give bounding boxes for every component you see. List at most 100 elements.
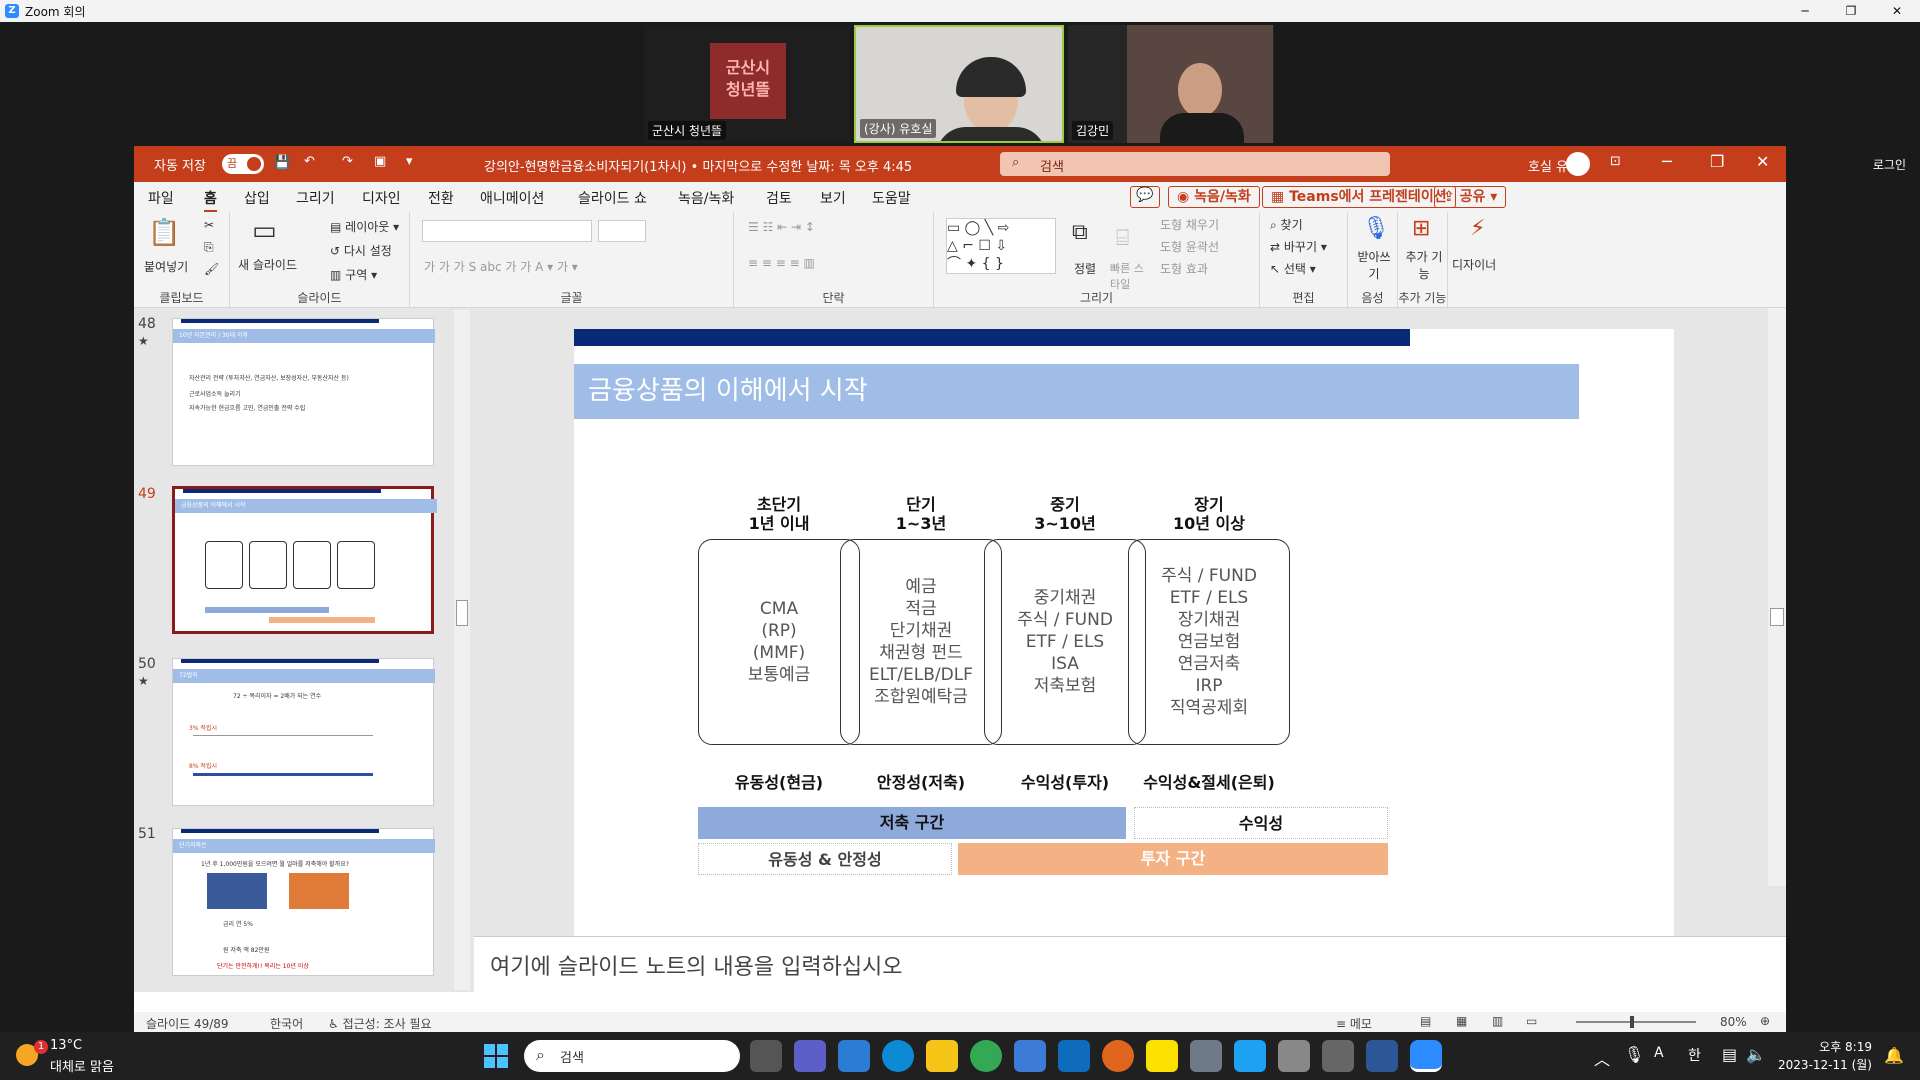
file-explorer-icon[interactable]	[926, 1040, 958, 1072]
quick-styles-icon[interactable]: ⌸	[1116, 226, 1129, 251]
doc-title[interactable]: 강의안-현명한금융소비자되기(1차시) • 마지막으로 수정한 날짜: 목 오후…	[484, 156, 912, 175]
printer-icon[interactable]	[1278, 1040, 1310, 1072]
shape-fill-button[interactable]: 도형 채우기	[1160, 216, 1219, 233]
redo-icon[interactable]: ↷	[342, 154, 353, 169]
cut-icon[interactable]: ✂	[204, 218, 214, 232]
tab-file[interactable]: 파일	[148, 188, 174, 208]
start-icon[interactable]	[484, 1044, 508, 1068]
notepad-icon[interactable]	[838, 1040, 870, 1072]
clock-time[interactable]: 오후 8:19	[1792, 1038, 1872, 1055]
tab-design[interactable]: 디자인	[362, 188, 401, 208]
restore-icon[interactable]: ❐	[1828, 0, 1874, 22]
zoom-slider[interactable]	[1576, 1016, 1696, 1028]
ime-indicator[interactable]: 한	[1688, 1045, 1701, 1065]
new-slide-icon[interactable]: ▭	[252, 216, 277, 246]
tab-view[interactable]: 보기	[820, 188, 846, 208]
undo-icon[interactable]: ↶	[304, 154, 315, 169]
qat-more-icon[interactable]: ▾	[406, 154, 413, 169]
close-icon[interactable]: ✕	[1874, 0, 1920, 22]
notification-icon[interactable]: 🔔	[1884, 1046, 1904, 1065]
select-button[interactable]: ↖ 선택 ▾	[1270, 260, 1316, 277]
fit-slide-icon[interactable]: ⊕	[1760, 1014, 1770, 1028]
font-family-select[interactable]	[422, 220, 592, 242]
font-style-buttons[interactable]: 가 가 가 S abc 가 가 A ▾ 가 ▾	[424, 258, 578, 275]
participant-video-3[interactable]: 김강민	[1068, 25, 1274, 143]
ribbon-display-icon[interactable]: ⊡	[1610, 154, 1621, 169]
network-icon[interactable]: ▤	[1722, 1045, 1737, 1064]
ime-a[interactable]: A	[1654, 1045, 1664, 1061]
minimize-icon[interactable]: ─	[1662, 152, 1672, 171]
calculator-icon[interactable]	[1190, 1040, 1222, 1072]
avatar[interactable]	[1566, 152, 1590, 176]
thumbnail-scrollbar[interactable]	[454, 310, 470, 990]
slide-thumbnail-49[interactable]: 금융상품의 이해에서 시작	[172, 486, 437, 634]
tab-transitions[interactable]: 전환	[428, 188, 454, 208]
record-button[interactable]: ◉ 녹음/녹화	[1168, 186, 1260, 208]
find-button[interactable]: ⌕ 찾기	[1270, 216, 1303, 233]
tab-record[interactable]: 녹음/녹화	[678, 188, 734, 208]
sorter-view-icon[interactable]: ▦	[1456, 1014, 1467, 1028]
edge-icon[interactable]	[882, 1040, 914, 1072]
taskbar-search[interactable]: ⌕ 검색	[524, 1040, 740, 1072]
addins-icon[interactable]: ⊞	[1412, 216, 1430, 241]
restore-icon[interactable]: ❐	[1710, 152, 1724, 171]
tab-insert[interactable]: 삽입	[244, 188, 270, 208]
clock-date[interactable]: 2023-12-11 (월)	[1760, 1056, 1872, 1073]
language-indicator[interactable]: 한국어	[270, 1015, 303, 1032]
shape-outline-button[interactable]: 도형 윤곽선	[1160, 238, 1219, 255]
save-icon[interactable]: 💾	[274, 155, 290, 170]
participant-video-1[interactable]: 군산시 청년뜰 군산시 청년뜰	[644, 25, 850, 143]
notes-pane[interactable]: 여기에 슬라이드 노트의 내용을 입력하십시오	[474, 936, 1786, 992]
zoom-app-icon[interactable]	[1410, 1040, 1442, 1072]
user-name[interactable]: 호실 유	[1528, 156, 1568, 175]
mail-icon[interactable]	[1058, 1040, 1090, 1072]
store-icon[interactable]	[1014, 1040, 1046, 1072]
search-box[interactable]: ⌕ 검색	[1000, 152, 1390, 176]
slide-thumbnail-50[interactable]: 72법칙 72 ÷ 복리이자 = 2배가 되는 연수 3% 적립시 8% 적립시	[172, 658, 435, 806]
quick-styles-button[interactable]: 빠른 스타일	[1110, 260, 1150, 292]
normal-view-icon[interactable]: ▤	[1420, 1014, 1431, 1028]
replace-button[interactable]: ⇄ 바꾸기 ▾	[1270, 238, 1327, 255]
reset-button[interactable]: ↺ 다시 설정	[330, 242, 392, 259]
shapes-gallery[interactable]: ▭ ◯ ╲ ⇨ △ ⌐ ☐ ⇩ ⌒ ✦ { }	[946, 218, 1056, 274]
tray-chevron-icon[interactable]: ︿	[1594, 1046, 1610, 1070]
align-buttons[interactable]: ≡ ≡ ≡ ≡ ▥	[748, 256, 815, 270]
teams-present-button[interactable]: ▦ Teams에서 프레젠테이션	[1262, 186, 1456, 208]
dictate-button[interactable]: 받아쓰기	[1352, 248, 1396, 282]
mic-tray-icon[interactable]: 🎙	[1624, 1045, 1644, 1064]
designer-icon[interactable]: ⚡	[1470, 216, 1485, 241]
paste-icon[interactable]: 📋	[148, 218, 180, 248]
slide-thumbnail-51[interactable]: 단기저축은 1년 후 1,000만원을 모으려면 월 얼마를 저축해야 할까요?…	[172, 828, 435, 976]
arrange-button[interactable]: 정렬	[1074, 260, 1096, 277]
list-buttons[interactable]: ☰ ☷ ⇤ ⇥ ↕	[748, 220, 815, 234]
hangul-icon[interactable]	[1366, 1040, 1398, 1072]
slide-scrollbar[interactable]	[1768, 308, 1786, 886]
new-slide-button[interactable]: 새 슬라이드	[238, 256, 297, 273]
section-button[interactable]: ▥ 구역 ▾	[330, 266, 377, 283]
tab-help[interactable]: 도움말	[872, 188, 911, 208]
slide-thumbnail-48[interactable]: 10년 자본관리 / 30대 이후 자산관리 전략 (투자자산, 연금자산, 보…	[172, 318, 435, 466]
tab-animations[interactable]: 애니메이션	[480, 188, 544, 208]
close-icon[interactable]: ✕	[1756, 152, 1769, 171]
layout-button[interactable]: ▤ 레이아웃 ▾	[330, 218, 399, 235]
slideshow-view-icon[interactable]: ▭	[1526, 1014, 1537, 1028]
shape-effects-button[interactable]: 도형 효과	[1160, 260, 1208, 277]
present-icon[interactable]: ▣	[374, 154, 386, 169]
autosave-toggle[interactable]: 끔	[222, 154, 264, 174]
task-view-icon[interactable]	[750, 1040, 782, 1072]
chrome-icon[interactable]	[970, 1040, 1002, 1072]
reading-view-icon[interactable]: ▥	[1492, 1014, 1503, 1028]
accessibility-status[interactable]: ♿ 접근성: 조사 필요	[328, 1015, 432, 1032]
teams-chat-icon[interactable]	[794, 1040, 826, 1072]
bird-app-icon[interactable]	[1234, 1040, 1266, 1072]
participant-video-2[interactable]: (강사) 유호실	[854, 25, 1064, 143]
copy-icon[interactable]: ⎘	[204, 240, 214, 255]
font-size-select[interactable]	[598, 220, 646, 242]
kakaotalk-icon[interactable]	[1146, 1040, 1178, 1072]
format-painter-icon[interactable]: 🖌	[204, 262, 219, 276]
tab-draw[interactable]: 그리기	[296, 188, 335, 208]
microphone-icon[interactable]: 🎙	[1362, 216, 1390, 241]
tab-home[interactable]: 홈	[204, 188, 217, 213]
minimize-icon[interactable]: ─	[1782, 0, 1828, 22]
current-slide[interactable]: 금융상품의 이해에서 시작 초단기 1년 이내 단기 1~3년 중기 3~10년 장기…	[574, 329, 1674, 949]
